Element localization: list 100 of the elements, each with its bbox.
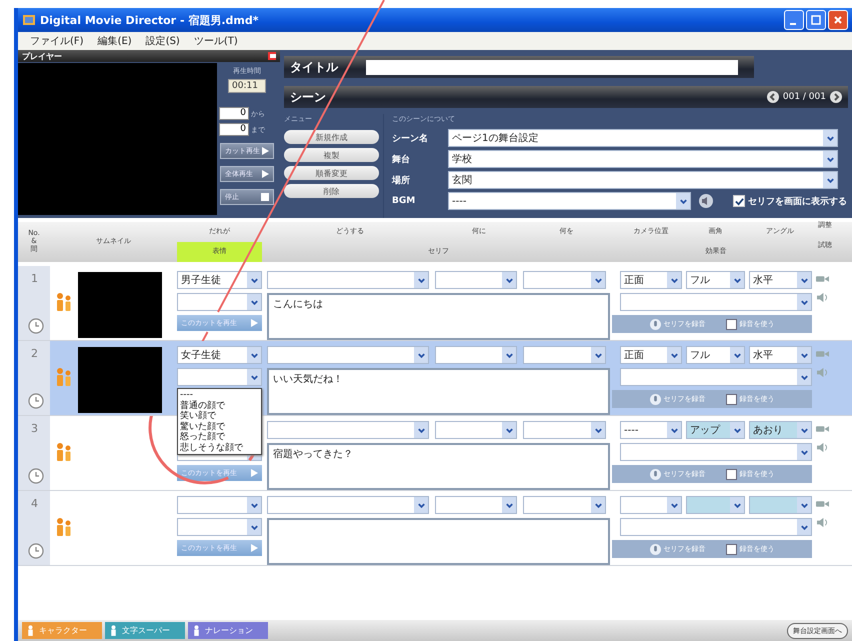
dialogue-field[interactable] bbox=[267, 518, 610, 565]
menu-button[interactable]: 複製 bbox=[284, 148, 379, 162]
dropdown-field[interactable] bbox=[620, 443, 812, 461]
dropdown-field[interactable]: ---- bbox=[448, 192, 691, 210]
dropdown-field[interactable]: ---- bbox=[620, 421, 682, 439]
menu-item[interactable]: 設定(S) bbox=[146, 34, 180, 48]
dropdown-field[interactable] bbox=[435, 421, 517, 439]
speaker-icon[interactable] bbox=[816, 292, 829, 303]
chevron-icon bbox=[800, 522, 808, 532]
dialogue-field[interactable]: いい天気だね！ bbox=[267, 368, 610, 415]
dropdown-field[interactable] bbox=[267, 421, 429, 439]
chevron-icon bbox=[800, 276, 808, 284]
chevron-icon bbox=[732, 426, 742, 434]
speaker-icon[interactable] bbox=[699, 194, 713, 208]
people-icon[interactable] bbox=[55, 292, 73, 312]
camera-icon[interactable] bbox=[816, 424, 829, 434]
chevron-icon bbox=[250, 276, 258, 284]
chevron-icon bbox=[800, 426, 808, 434]
menu-button[interactable]: 削除 bbox=[284, 184, 379, 198]
dropdown-field[interactable] bbox=[435, 496, 517, 514]
dropdown-field[interactable] bbox=[749, 496, 812, 514]
minimize-button[interactable] bbox=[784, 10, 804, 30]
chevron-icon bbox=[670, 426, 678, 434]
clock-icon[interactable] bbox=[28, 393, 44, 409]
dropdown-field[interactable]: フル bbox=[686, 346, 745, 364]
chevron-icon bbox=[594, 276, 602, 284]
dropdown-field[interactable]: 水平 bbox=[749, 271, 812, 289]
dropdown-field[interactable] bbox=[523, 421, 606, 439]
microphone-icon bbox=[650, 318, 660, 330]
dropdown-field[interactable] bbox=[620, 368, 812, 386]
dropdown-field[interactable] bbox=[177, 518, 262, 536]
dropdown-field[interactable]: ページ1の舞台設定 bbox=[448, 129, 838, 147]
maximize-button[interactable] bbox=[806, 10, 826, 30]
play-icon bbox=[261, 170, 269, 178]
cut-number: 2 bbox=[31, 347, 38, 360]
dropdown-field[interactable] bbox=[435, 271, 517, 289]
clock-icon[interactable] bbox=[28, 468, 44, 484]
clock-icon[interactable] bbox=[28, 318, 44, 334]
dropdown-field[interactable] bbox=[620, 496, 682, 514]
dialogue-field[interactable]: こんにちは bbox=[267, 293, 610, 340]
dropdown-field[interactable] bbox=[177, 496, 262, 514]
previous-button[interactable] bbox=[766, 91, 779, 103]
next-button[interactable] bbox=[830, 91, 842, 103]
menu-item[interactable]: 編集(E) bbox=[98, 34, 132, 48]
people-icon[interactable] bbox=[55, 366, 73, 386]
person-icon bbox=[109, 625, 118, 636]
dropdown-field[interactable] bbox=[267, 346, 429, 364]
dropdown-field[interactable]: フル bbox=[686, 271, 745, 289]
dropdown-field[interactable] bbox=[523, 496, 606, 514]
dropdown-field[interactable] bbox=[435, 346, 517, 364]
app-icon bbox=[22, 13, 36, 27]
microphone-icon bbox=[650, 468, 660, 480]
menu-button[interactable]: 新規作成 bbox=[284, 130, 379, 144]
dropdown-field[interactable]: 正面 bbox=[620, 271, 682, 289]
people-icon[interactable] bbox=[55, 442, 73, 462]
menu-item[interactable]: ツール(T) bbox=[194, 34, 238, 48]
clock-icon[interactable] bbox=[28, 543, 44, 559]
chevron-icon bbox=[416, 500, 426, 510]
panel-tab[interactable]: ナレーション bbox=[188, 622, 268, 639]
dropdown-field[interactable] bbox=[620, 518, 812, 536]
dropdown-field[interactable]: 水平 bbox=[749, 346, 812, 364]
from-field[interactable]: 0 bbox=[219, 107, 249, 120]
maximize-icon bbox=[810, 14, 822, 26]
dropdown-field[interactable] bbox=[620, 293, 812, 311]
menu-item[interactable]: ファイル(F) bbox=[30, 34, 84, 48]
section-title: タイトル bbox=[290, 58, 338, 76]
display-dialogue-checkbox[interactable]: セリフを画面に表示する bbox=[733, 194, 847, 208]
dropdown-field[interactable]: 男子生徒 bbox=[177, 271, 262, 289]
menu-button[interactable]: 順番変更 bbox=[284, 166, 379, 180]
dropdown-field[interactable]: アップ bbox=[686, 421, 745, 439]
dropdown-field[interactable] bbox=[686, 496, 745, 514]
chevron-icon bbox=[250, 298, 258, 306]
dropdown-field[interactable] bbox=[177, 293, 262, 311]
speaker-icon[interactable] bbox=[816, 517, 829, 528]
chevron-icon bbox=[670, 276, 678, 284]
dropdown-field[interactable]: 玄関 bbox=[448, 171, 838, 189]
dropdown-field[interactable] bbox=[523, 271, 606, 289]
to-field[interactable]: 0 bbox=[219, 123, 249, 136]
speaker-icon[interactable] bbox=[816, 442, 829, 453]
chevron-icon bbox=[678, 196, 688, 206]
chevron-icon bbox=[800, 448, 808, 456]
microphone-icon bbox=[650, 394, 660, 404]
close-button[interactable] bbox=[828, 10, 848, 30]
camera-icon[interactable] bbox=[816, 349, 829, 359]
dock-icon[interactable] bbox=[268, 52, 276, 60]
dropdown-field[interactable] bbox=[267, 271, 429, 289]
dropdown-field[interactable]: あおり bbox=[749, 421, 812, 439]
dialogue-field[interactable]: 宿題やってきた？ bbox=[267, 443, 610, 490]
dropdown-field[interactable] bbox=[267, 496, 429, 514]
title-field[interactable] bbox=[366, 60, 738, 74]
dropdown-field[interactable] bbox=[523, 346, 606, 364]
dropdown-field[interactable]: 正面 bbox=[620, 346, 682, 364]
chevron-icon bbox=[826, 154, 834, 164]
camera-icon[interactable] bbox=[816, 499, 829, 509]
field-label: BGM bbox=[392, 196, 416, 206]
people-icon[interactable] bbox=[55, 516, 73, 536]
camera-icon[interactable] bbox=[816, 274, 829, 284]
dropdown-field[interactable]: 女子生徒 bbox=[177, 346, 262, 364]
dropdown-field[interactable]: 学校 bbox=[448, 150, 838, 168]
minimize-icon bbox=[790, 23, 796, 25]
